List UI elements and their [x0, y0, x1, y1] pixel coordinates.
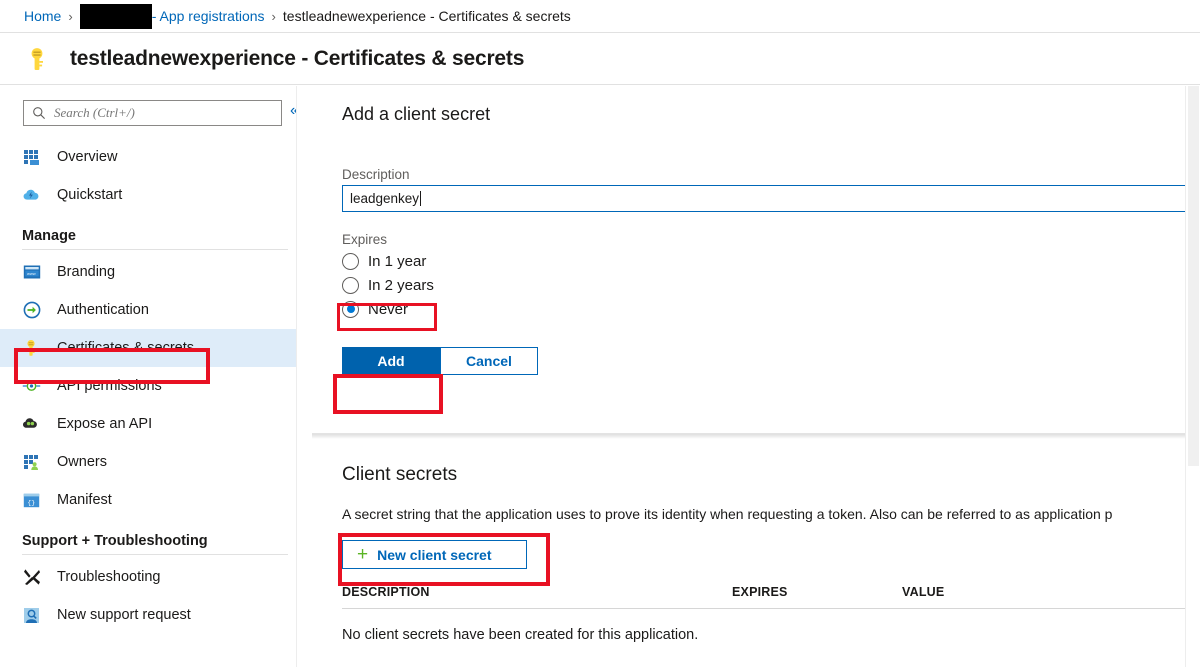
radio-label: In 1 year [368, 253, 426, 270]
breadcrumb-app-registrations-label[interactable]: - App registrations [152, 8, 265, 24]
sidebar-item-authentication[interactable]: Authentication [0, 291, 310, 329]
expires-label: Expires [342, 232, 1200, 247]
sidebar-item-branding[interactable]: www Branding [0, 253, 310, 291]
sidebar-item-owners[interactable]: Owners [0, 443, 310, 481]
search-icon [32, 106, 46, 120]
sidebar-group-support-title: Support + Troubleshooting [0, 533, 310, 549]
radio-never[interactable]: Never [342, 297, 1200, 321]
sidebar-item-label: Expose an API [57, 416, 152, 432]
sidebar-item-label: Authentication [57, 302, 149, 318]
sidebar-item-api-permissions[interactable]: API permissions [0, 367, 310, 405]
breadcrumb: Home › - App registrations › testleadnew… [0, 0, 1200, 33]
sidebar-item-manifest[interactable]: {} Manifest [0, 481, 310, 519]
page-scrollbar-thumb[interactable] [1188, 86, 1199, 466]
radio-label: In 2 years [368, 277, 434, 294]
sidebar-item-label: Overview [57, 149, 117, 165]
radio-button-icon-selected [342, 301, 359, 318]
api-permissions-icon [22, 377, 41, 396]
key-icon [22, 44, 52, 74]
sidebar-item-label: Certificates & secrets [57, 340, 194, 356]
plus-icon: + [357, 545, 368, 564]
sidebar-item-label: API permissions [57, 378, 162, 394]
redacted-tenant-name [80, 4, 152, 29]
column-header-expires: EXPIRES [732, 585, 902, 599]
description-input-value: leadgenkey [350, 191, 419, 206]
support-request-icon [22, 606, 41, 625]
sidebar-scrollbar[interactable] [296, 86, 311, 667]
sidebar-item-label: New support request [57, 607, 191, 623]
svg-text:{}: {} [27, 499, 35, 506]
radio-in-1-year[interactable]: In 1 year [342, 249, 1200, 273]
sidebar-nav: Overview Quickstart Manage [0, 138, 310, 634]
breadcrumb-separator-1: › [68, 9, 72, 24]
form-heading: Add a client secret [342, 104, 1200, 125]
form-actions: Add Cancel [342, 347, 1200, 375]
sidebar-search-row: Search (Ctrl+/) « [0, 86, 310, 126]
description-input[interactable]: leadgenkey [342, 185, 1200, 212]
branding-icon: www [22, 263, 41, 282]
overview-grid-icon [22, 148, 41, 167]
sidebar-item-expose-an-api[interactable]: Expose an API [0, 405, 310, 443]
sidebar-item-label: Quickstart [57, 187, 122, 203]
search-input[interactable]: Search (Ctrl+/) [23, 100, 282, 126]
main-content: Add a client secret Description leadgenk… [312, 86, 1200, 667]
table-empty-message: No client secrets have been created for … [342, 609, 1200, 643]
client-secrets-table: DESCRIPTION EXPIRES VALUE No client secr… [342, 585, 1200, 643]
sidebar-item-label: Manifest [57, 492, 112, 508]
sidebar-group-manage-title: Manage [0, 228, 310, 244]
page-title: testleadnewexperience - Certificates & s… [70, 47, 524, 71]
breadcrumb-current: testleadnewexperience - Certificates & s… [283, 8, 571, 24]
radio-button-icon [342, 277, 359, 294]
new-client-secret-button[interactable]: + New client secret [342, 540, 527, 569]
column-header-value: VALUE [902, 585, 1102, 599]
sidebar-divider [22, 249, 288, 250]
panel-divider [312, 433, 1200, 439]
radio-label: Never [368, 301, 408, 318]
client-secrets-description: A secret string that the application use… [342, 506, 1200, 522]
authentication-arrow-icon [22, 301, 41, 320]
client-secrets-section: Client secrets A secret string that the … [312, 434, 1200, 643]
breadcrumb-home[interactable]: Home [24, 8, 61, 24]
page-title-bar: testleadnewexperience - Certificates & s… [0, 33, 1200, 85]
new-client-secret-label: New client secret [377, 547, 491, 563]
sidebar-item-quickstart[interactable]: Quickstart [0, 176, 310, 214]
radio-in-2-years[interactable]: In 2 years [342, 273, 1200, 297]
sidebar-item-label: Owners [57, 454, 107, 470]
sidebar-item-new-support-request[interactable]: New support request [0, 596, 310, 634]
table-header-row: DESCRIPTION EXPIRES VALUE [342, 585, 1200, 608]
owners-icon [22, 453, 41, 472]
sidebar-item-label: Troubleshooting [57, 569, 160, 585]
quickstart-cloud-icon [22, 186, 41, 205]
expose-api-icon [22, 415, 41, 434]
description-label: Description [342, 167, 1200, 182]
troubleshooting-tools-icon [22, 568, 41, 587]
search-placeholder: Search (Ctrl+/) [54, 105, 135, 121]
breadcrumb-app-registrations[interactable]: - App registrations [80, 4, 265, 29]
text-caret [420, 191, 421, 206]
breadcrumb-separator-2: › [272, 9, 276, 24]
sidebar: Search (Ctrl+/) « [0, 86, 311, 667]
sidebar-divider [22, 554, 288, 555]
sidebar-item-label: Branding [57, 264, 115, 280]
add-client-secret-panel: Add a client secret Description leadgenk… [312, 86, 1200, 434]
column-header-description: DESCRIPTION [342, 585, 732, 599]
page-scrollbar[interactable] [1185, 86, 1200, 667]
cancel-button[interactable]: Cancel [440, 347, 538, 375]
key-icon [22, 339, 41, 358]
sidebar-item-troubleshooting[interactable]: Troubleshooting [0, 558, 310, 596]
client-secrets-title: Client secrets [342, 464, 1200, 486]
sidebar-item-overview[interactable]: Overview [0, 138, 310, 176]
radio-button-icon [342, 253, 359, 270]
svg-text:www: www [27, 271, 36, 276]
azure-portal-page: Home › - App registrations › testleadnew… [0, 0, 1200, 667]
add-button[interactable]: Add [342, 347, 440, 375]
sidebar-item-certificates-and-secrets[interactable]: Certificates & secrets [0, 329, 310, 367]
manifest-icon: {} [22, 491, 41, 510]
